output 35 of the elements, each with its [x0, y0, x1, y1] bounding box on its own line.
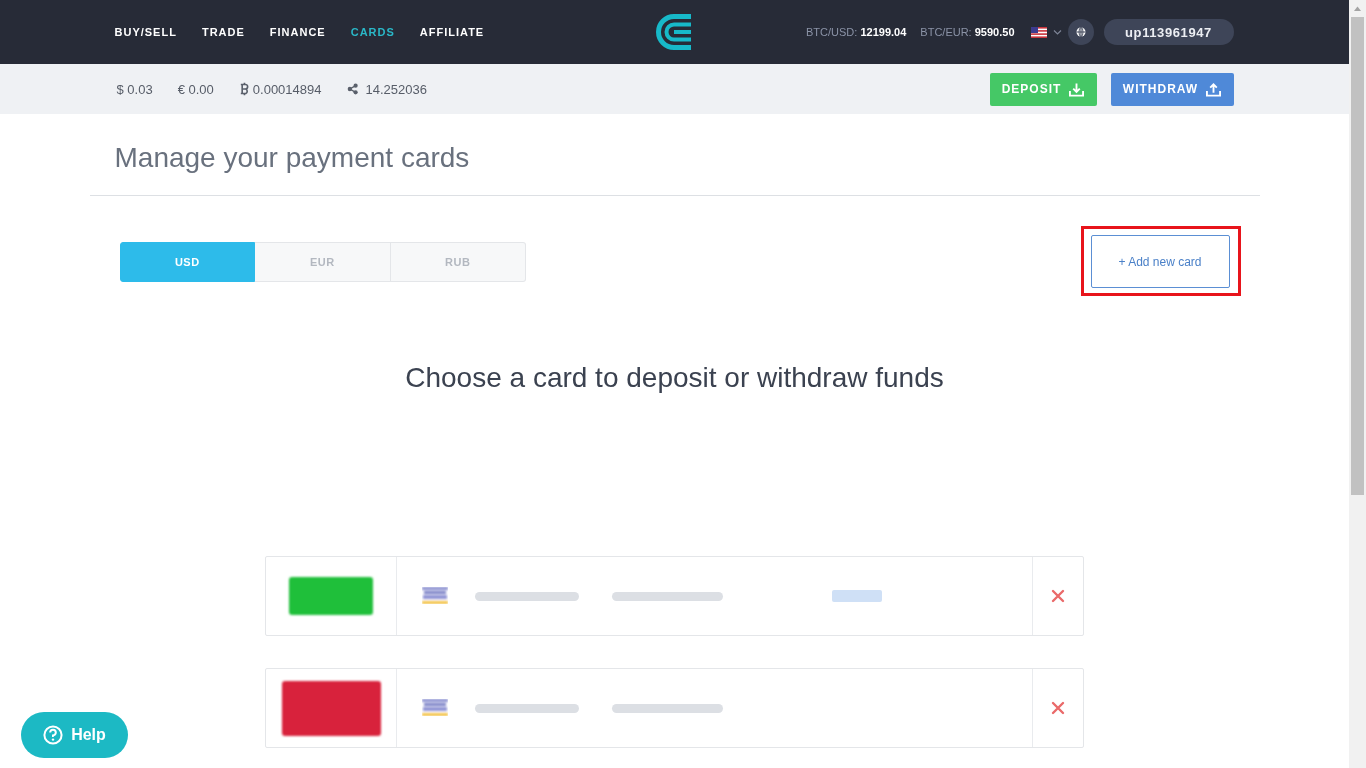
- balance-amount: 14.252036: [365, 81, 427, 97]
- balance-amount: € 0.00: [177, 81, 214, 97]
- user-menu-button[interactable]: up113961947: [1103, 19, 1234, 45]
- bitcoin-icon: [238, 82, 249, 96]
- prompt-heading: Choose a card to deposit or withdraw funds: [405, 361, 944, 395]
- globe-icon: [1075, 27, 1086, 37]
- help-icon: [43, 725, 64, 745]
- help-button[interactable]: Help: [21, 712, 128, 758]
- balance-amount: $ 0.03: [116, 81, 153, 97]
- language-dropdown[interactable]: [1030, 26, 1062, 38]
- add-card-button[interactable]: + Add new card: [1090, 235, 1230, 288]
- nav-link[interactable]: TRADE: [201, 26, 245, 38]
- upload-icon: [1206, 81, 1222, 97]
- nav-link[interactable]: AFFILIATE: [419, 26, 485, 38]
- deposit-button[interactable]: DEPOSIT: [989, 72, 1097, 106]
- download-icon: [1069, 81, 1085, 97]
- exchange-rate: BTC/USD: 12199.04: [806, 26, 907, 38]
- flag-icon: [1030, 26, 1047, 38]
- cross-icon[interactable]: [1051, 701, 1065, 715]
- exchange-rate: BTC/EUR: 9590.50: [920, 26, 1015, 38]
- cross-icon[interactable]: [1051, 589, 1065, 603]
- withdraw-button[interactable]: WITHDRAW: [1110, 72, 1234, 106]
- nav-link[interactable]: CARDS: [350, 26, 395, 38]
- card-icon: [419, 585, 451, 607]
- currency-tab[interactable]: USD: [119, 241, 255, 282]
- chevron-down-icon: [1052, 29, 1062, 35]
- card-icon: [419, 697, 451, 719]
- scrollbar[interactable]: [1349, 0, 1366, 768]
- connected-dots-icon: [346, 83, 358, 95]
- nav-link[interactable]: BUY/SELL: [114, 26, 177, 38]
- balance-amount: 0.00014894: [252, 81, 322, 97]
- logo-icon[interactable]: [656, 14, 692, 50]
- page-title: Manage your payment cards: [114, 141, 470, 175]
- nav-link[interactable]: FINANCE: [269, 26, 326, 38]
- globe-button[interactable]: [1067, 19, 1094, 45]
